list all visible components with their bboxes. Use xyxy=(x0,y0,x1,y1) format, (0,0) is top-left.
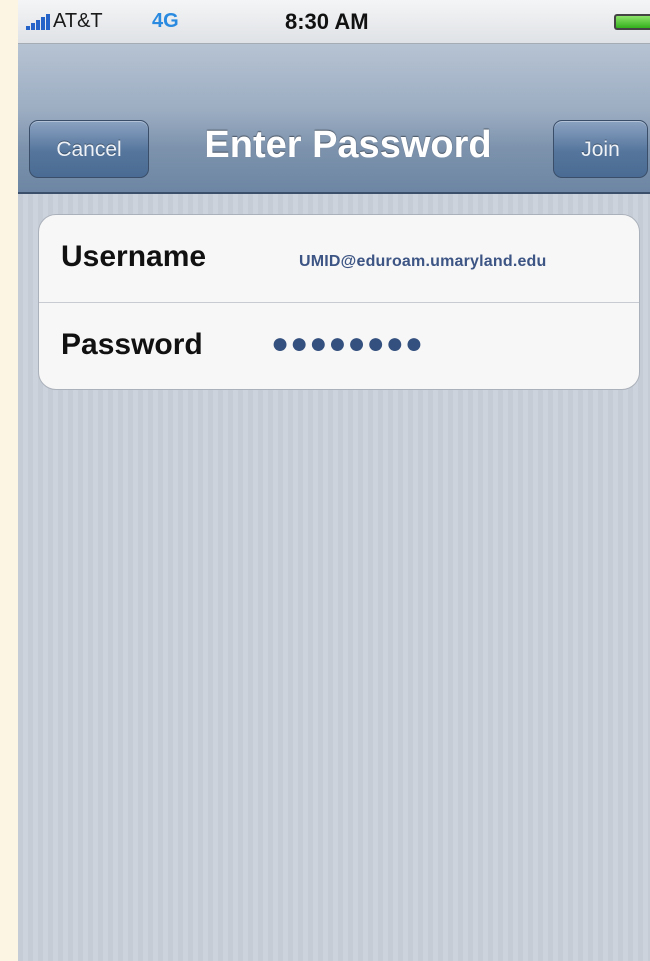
navigation-bar: Cancel Enter Password Join xyxy=(18,44,650,194)
username-label: Username xyxy=(61,240,207,273)
password-label: Password xyxy=(61,328,203,361)
credentials-group: Username UMID@eduroam.umaryland.edu Pass… xyxy=(38,214,640,390)
password-row[interactable]: Password ●●●●●●●● xyxy=(39,303,639,389)
network-type: 4G xyxy=(152,10,179,32)
phone-screen: AT&T 4G 8:30 AM Cancel Enter Password Jo… xyxy=(18,0,650,961)
signal-strength-icon xyxy=(26,14,50,30)
cancel-button[interactable]: Cancel xyxy=(29,120,149,178)
password-field[interactable]: ●●●●●●●● xyxy=(271,327,424,361)
status-bar: AT&T 4G 8:30 AM xyxy=(18,0,650,44)
username-field[interactable]: UMID@eduroam.umaryland.edu xyxy=(299,253,547,271)
join-button[interactable]: Join xyxy=(553,120,648,178)
carrier-name: AT&T xyxy=(53,10,103,32)
username-row[interactable]: Username UMID@eduroam.umaryland.edu xyxy=(39,215,639,303)
page-title: Enter Password xyxy=(204,124,492,166)
battery-icon xyxy=(614,14,650,30)
status-time: 8:30 AM xyxy=(285,9,369,34)
